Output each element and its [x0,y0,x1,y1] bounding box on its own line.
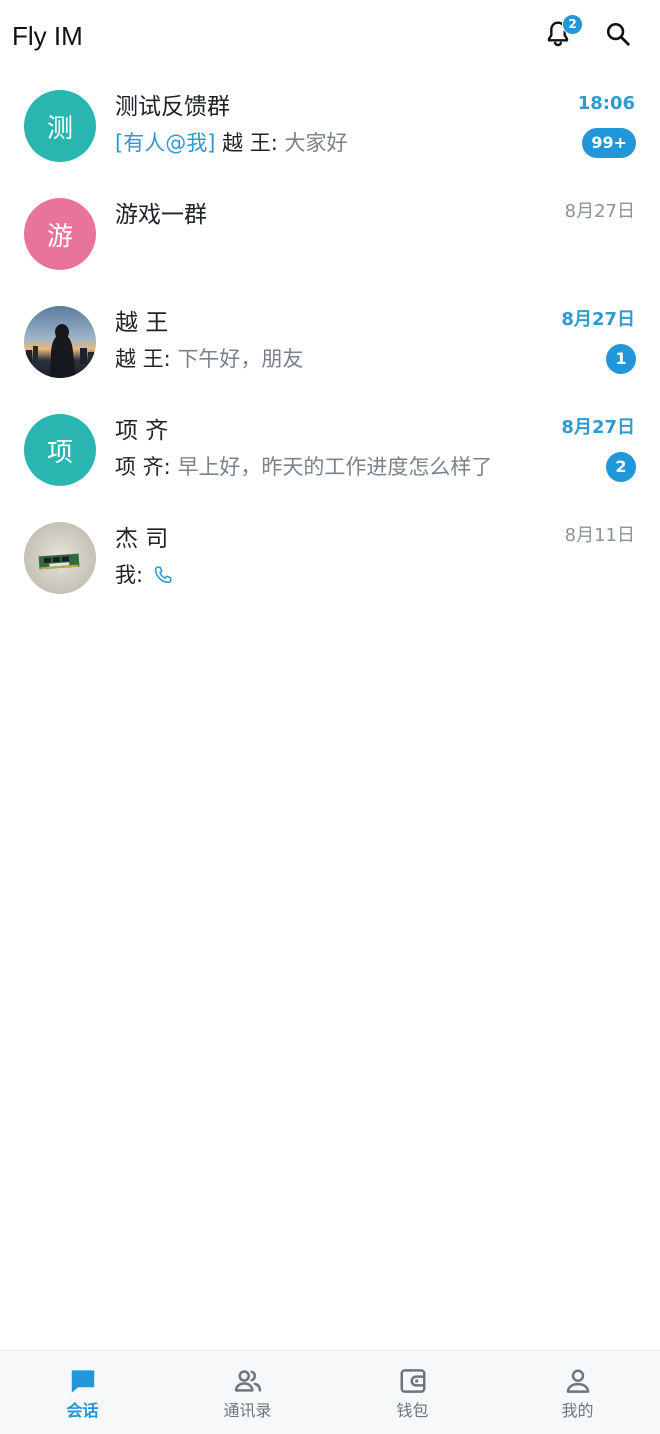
app-title: Fly IM [12,21,83,51]
conversation-item[interactable]: 杰 司 8月11日 我: [0,504,660,612]
conversation-list: 测 测试反馈群 18:06 [有人@我] 越 王: 大家好 99+ 游 游戏一群… [0,72,660,612]
profile-icon [562,1365,594,1397]
nav-label: 我的 [561,1401,594,1420]
preview-sender: 我: [115,563,150,587]
preview-sender: 越 王: [115,347,178,371]
unread-badge: 99+ [582,128,636,158]
conversation-name: 项 齐 [115,418,169,444]
conversation-item[interactable]: 游 游戏一群 8月27日 [0,180,660,288]
photo-avatar-city-night [24,306,96,378]
nav-tab-profile[interactable]: 我的 [495,1351,660,1434]
avatar: 游 [24,198,96,270]
conversation-name: 越 王 [115,310,169,336]
conversation-name: 测试反馈群 [115,94,230,120]
conversation-preview: 我: [115,561,174,593]
nav-tab-conversations[interactable]: 会话 [0,1351,165,1434]
preview-message: 大家好 [284,131,348,155]
wallet-icon [397,1365,429,1397]
conversation-item[interactable]: 项 项 齐 8月27日 项 齐: 早上好，昨天的工作进度怎么样了 2 [0,396,660,504]
photo-avatar-memory-stick [24,522,96,594]
mention-tag: [有人@我] [115,131,216,155]
avatar: 项 [24,414,96,486]
conversation-time: 8月27日 [564,201,635,222]
avatar: 测 [24,90,96,162]
conversation-name: 杰 司 [115,526,169,552]
nav-label: 通讯录 [223,1401,272,1420]
preview-sender: 越 王: [222,131,285,155]
conversation-item[interactable]: 测 测试反馈群 18:06 [有人@我] 越 王: 大家好 99+ [0,72,660,180]
conversation-name: 游戏一群 [115,202,207,228]
conversation-time: 8月27日 [561,417,635,438]
conversation-preview: 项 齐: 早上好，昨天的工作进度怎么样了 [115,453,492,481]
bottom-navigation: 会话 通讯录 钱包 我的 [0,1350,660,1434]
nav-label: 钱包 [396,1401,429,1420]
nav-label: 会话 [66,1401,99,1420]
phone-icon [152,564,174,593]
unread-badge: 2 [606,452,636,482]
conversation-time: 8月11日 [564,525,635,546]
notification-badge: 2 [562,14,583,35]
search-icon [605,21,631,51]
preview-message: 早上好，昨天的工作进度怎么样了 [177,455,493,479]
preview-message: 下午好，朋友 [177,347,304,371]
contacts-icon [232,1365,264,1397]
chat-icon [67,1365,99,1397]
conversation-preview: 越 王: 下午好，朋友 [115,345,303,373]
conversation-preview: [有人@我] 越 王: 大家好 [115,129,348,157]
preview-sender: 项 齐: [115,455,178,479]
conversation-item[interactable]: 越 王 8月27日 越 王: 下午好，朋友 1 [0,288,660,396]
app-header: Fly IM 2 [0,0,660,72]
nav-tab-contacts[interactable]: 通讯录 [165,1351,330,1434]
search-button[interactable] [598,16,638,56]
conversation-time: 18:06 [577,93,635,114]
nav-tab-wallet[interactable]: 钱包 [330,1351,495,1434]
unread-badge: 1 [606,344,636,374]
conversation-time: 8月27日 [561,309,635,330]
notifications-button[interactable]: 2 [538,14,583,56]
